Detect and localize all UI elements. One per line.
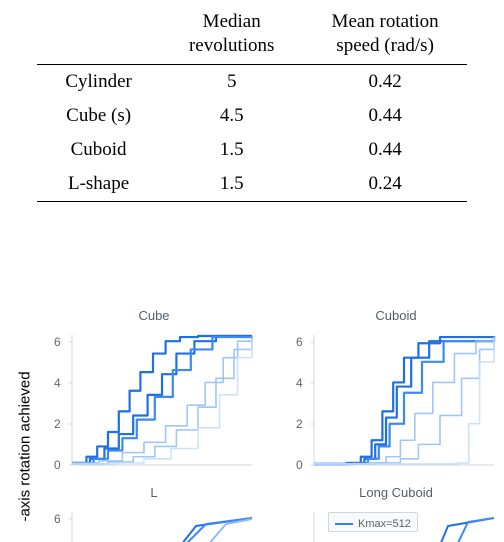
ytick: 2: [54, 417, 61, 431]
chart-cuboid: Cuboid 6 4 2 0: [288, 308, 504, 475]
charts-panel: -axis rotation achieved Cube 6 4: [6, 308, 504, 542]
ytick: 6: [54, 335, 61, 349]
ytick: 0: [296, 458, 303, 472]
chart-l: L 6: [46, 485, 262, 542]
chart-title-cube: Cube: [46, 308, 262, 323]
plot-cuboid: 6 4 2 0: [288, 327, 498, 475]
table-row: Cuboid 1.5 0.44: [37, 133, 467, 167]
legend: Kmax=512: [328, 512, 418, 532]
col-speed-l1: Mean rotation: [309, 10, 461, 34]
speed-cell: 0.24: [303, 167, 467, 202]
shape-cell: L-shape: [37, 167, 160, 202]
ytick: 0: [54, 458, 61, 472]
table-row: Cube (s) 4.5 0.44: [37, 99, 467, 133]
plot-cube: 6 4 2 0: [46, 327, 256, 475]
results-table: Median revolutions Mean rotation speed (…: [37, 8, 467, 202]
chart-title-cuboid: Cuboid: [288, 308, 504, 323]
shape-cell: Cylinder: [37, 64, 160, 99]
col-speed-l2: speed (rad/s): [309, 34, 461, 58]
shape-cell: Cuboid: [37, 133, 160, 167]
chart-long-cuboid: Long Cuboid Kmax=512: [288, 485, 504, 542]
col-median-l1: Median: [166, 10, 297, 34]
shape-cell: Cube (s): [37, 99, 160, 133]
series-group: [314, 336, 494, 464]
ytick: 6: [296, 335, 303, 349]
median-cell: 1.5: [160, 167, 303, 202]
chart-title-long-cuboid: Long Cuboid: [288, 485, 504, 500]
series-group: [72, 336, 252, 464]
ytick: 6: [54, 512, 61, 526]
plot-l: 6: [46, 504, 256, 542]
speed-cell: 0.44: [303, 133, 467, 167]
legend-label: Kmax=512: [358, 518, 411, 530]
table-row: Cylinder 5 0.42: [37, 64, 467, 99]
chart-title-l: L: [46, 485, 262, 500]
ytick: 4: [54, 376, 61, 390]
speed-cell: 0.42: [303, 64, 467, 99]
speed-cell: 0.44: [303, 99, 467, 133]
ytick: 2: [296, 417, 303, 431]
y-axis-label: -axis rotation achieved: [10, 308, 30, 542]
median-cell: 4.5: [160, 99, 303, 133]
median-cell: 5: [160, 64, 303, 99]
col-median-l2: revolutions: [166, 34, 297, 58]
median-cell: 1.5: [160, 133, 303, 167]
plot-long-cuboid: Kmax=512: [288, 504, 498, 542]
legend-swatch-icon: [335, 523, 353, 525]
chart-cube: Cube 6 4 2 0: [46, 308, 262, 475]
table-row: L-shape 1.5 0.24: [37, 167, 467, 202]
ytick: 4: [296, 376, 303, 390]
